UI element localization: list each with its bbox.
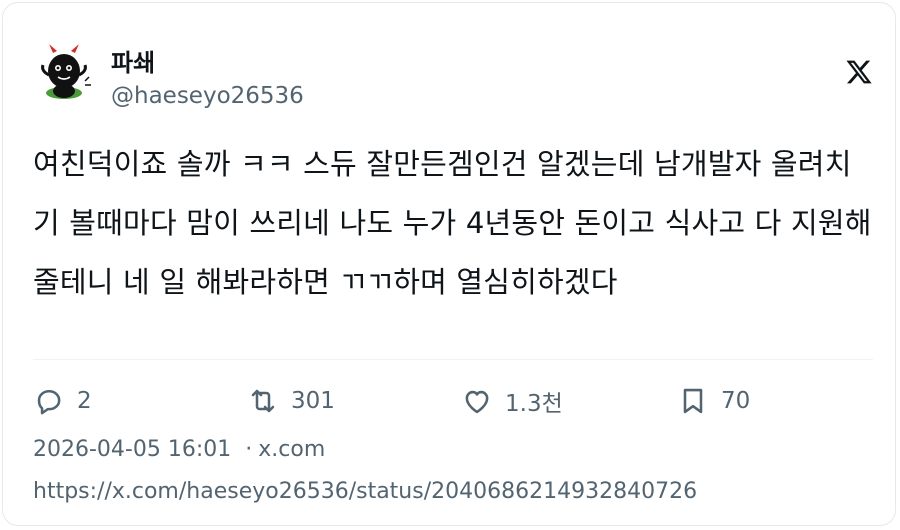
reply-count: 2	[77, 388, 92, 414]
like-count: 1.3천	[505, 391, 563, 417]
repost-count: 301	[291, 388, 335, 414]
tweet-meta: 2026-04-05 16:01 · x.com	[33, 437, 325, 462]
timestamp[interactable]: 2026-04-05 16:01	[33, 437, 231, 462]
repost-button[interactable]: 301	[247, 385, 335, 417]
repost-icon	[251, 389, 275, 413]
source-link[interactable]: x.com	[258, 437, 325, 462]
reply-button[interactable]: 2	[33, 385, 92, 417]
devil-character-avatar-icon	[41, 44, 91, 99]
bookmark-button[interactable]: 70	[677, 385, 750, 417]
tweet-url[interactable]: https://x.com/haeseyo26536/status/204068…	[33, 479, 697, 504]
avatar[interactable]	[33, 41, 95, 103]
meta-separator: ·	[245, 437, 253, 462]
like-button[interactable]: 1.3천	[461, 385, 563, 417]
bookmark-count: 70	[721, 388, 751, 414]
x-logo-icon[interactable]	[845, 57, 873, 87]
divider	[33, 359, 873, 360]
heart-icon	[465, 390, 489, 414]
author-handle[interactable]: @haeseyo26536	[111, 83, 304, 109]
x-logo-icon-svg	[846, 60, 872, 84]
tweet-text: 여친덕이죠 솔까 ㅋㅋ 스듀 잘만든겜인건 알겠는데 남개발자 올려치기 볼때마…	[33, 147, 872, 299]
author-display-name[interactable]: 파쇄	[111, 43, 155, 78]
tweet-card: 파쇄 @haeseyo26536 여친덕이죠 솔까 ㅋㅋ 스듀 잘만든겜인건 알…	[2, 2, 896, 526]
reply-bubble-icon	[37, 390, 61, 415]
bookmark-icon	[683, 388, 703, 414]
